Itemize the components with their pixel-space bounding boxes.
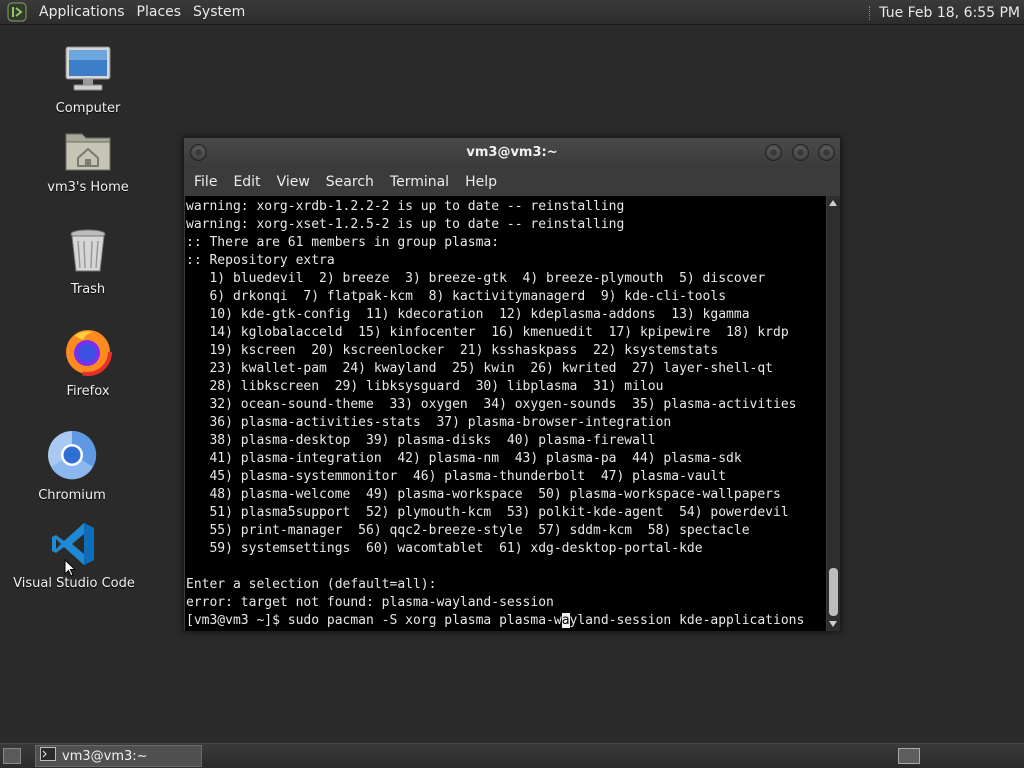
panel-separator — [869, 5, 871, 20]
terminal-line: error: target not found: plasma-wayland-… — [186, 595, 554, 610]
terminal-line: Enter a selection (default=all): — [186, 577, 437, 592]
prompt-text: yland-session kde-applications — [569, 613, 805, 628]
terminal-line: 48) plasma-welcome 49) plasma-workspace … — [186, 487, 781, 502]
terminal-line: warning: xorg-xrdb-1.2.2-2 is up to date… — [186, 199, 625, 214]
scroll-up-arrow-icon[interactable] — [829, 200, 837, 206]
terminal-line: 1) bluedevil 2) breeze 3) breeze-gtk 4) … — [186, 271, 766, 286]
minimize-button[interactable] — [765, 144, 782, 161]
maximize-button[interactable] — [792, 144, 809, 161]
desktop-icon-label: Computer — [55, 101, 121, 116]
terminal-line: 41) plasma-integration 42) plasma-nm 43)… — [186, 451, 742, 466]
top-panel: Applications Places System Tue Feb 18, 6… — [0, 0, 1024, 25]
desktop-icon-trash[interactable]: Trash — [48, 228, 128, 297]
computer-icon — [63, 45, 113, 97]
menu-edit[interactable]: Edit — [225, 168, 268, 196]
terminal-prompt-line[interactable]: [vm3@vm3 ~]$ sudo pacman -S xorg plasma … — [186, 612, 826, 630]
terminal-line: 51) plasma5support 52) plymouth-kcm 53) … — [186, 505, 789, 520]
desktop-icon-label: Chromium — [38, 488, 106, 503]
menu-file[interactable]: File — [186, 168, 225, 196]
system-menu[interactable]: System — [187, 0, 251, 25]
menu-search[interactable]: Search — [318, 168, 382, 196]
show-desktop-icon[interactable] — [3, 748, 21, 764]
scrollbar-thumb[interactable] — [829, 568, 838, 616]
terminal-line: 10) kde-gtk-config 11) kdecoration 12) k… — [186, 307, 750, 322]
terminal-line: :: Repository extra — [186, 253, 335, 268]
firefox-icon — [63, 326, 113, 380]
places-menu[interactable]: Places — [131, 0, 188, 25]
text-cursor: a — [561, 613, 570, 628]
terminal-line: 59) systemsettings 60) wacomtablet 61) x… — [186, 541, 703, 556]
desktop-icon-firefox[interactable]: Firefox — [48, 326, 128, 399]
mate-logo-icon[interactable] — [6, 1, 28, 23]
terminal-line: 36) plasma-activities-stats 37) plasma-b… — [186, 415, 672, 430]
terminal-line: 55) print-manager 56) qqc2-breeze-style … — [186, 523, 750, 538]
menu-terminal[interactable]: Terminal — [382, 168, 457, 196]
desktop-icon-label: Trash — [70, 282, 106, 297]
home-folder-icon — [64, 128, 112, 176]
trash-icon — [68, 228, 108, 278]
terminal-line: 23) kwallet-pam 24) kwayland 25) kwin 26… — [186, 361, 773, 376]
terminal-line: 38) plasma-desktop 39) plasma-disks 40) … — [186, 433, 656, 448]
desktop-icon-chromium[interactable]: Chromium — [32, 430, 112, 503]
chromium-icon — [47, 430, 97, 484]
terminal-line: 45) plasma-systemmonitor 46) plasma-thun… — [186, 469, 727, 484]
scroll-down-arrow-icon[interactable] — [829, 621, 837, 627]
desktop-icon-home[interactable]: vm3's Home — [40, 128, 136, 195]
applications-menu[interactable]: Applications — [33, 0, 131, 25]
terminal-line: :: There are 61 members in group plasma: — [186, 235, 500, 250]
terminal-output[interactable]: warning: xorg-xrdb-1.2.2-2 is up to date… — [185, 196, 826, 631]
menu-help[interactable]: Help — [457, 168, 505, 196]
terminal-scrollbar[interactable] — [827, 196, 840, 631]
workspace-switcher-icon[interactable] — [898, 748, 920, 764]
clock[interactable]: Tue Feb 18, 6:55 PM — [879, 5, 1024, 21]
terminal-menubar: File Edit View Search Terminal Help — [184, 168, 840, 196]
close-button[interactable] — [818, 144, 835, 161]
terminal-line: 14) kglobalacceld 15) kinfocenter 16) km… — [186, 325, 789, 340]
desktop-icon-computer[interactable]: Computer — [48, 45, 128, 116]
mouse-pointer-icon — [64, 558, 77, 581]
taskbar-button-label: vm3@vm3:~ — [62, 748, 148, 764]
terminal-line: 32) ocean-sound-theme 33) oxygen 34) oxy… — [186, 397, 797, 412]
taskbar-button-terminal[interactable]: vm3@vm3:~ — [35, 745, 202, 767]
desktop-icon-label: vm3's Home — [47, 180, 129, 195]
menu-view[interactable]: View — [269, 168, 318, 196]
prompt-text: [vm3@vm3 ~]$ sudo pacman -S xorg plasma … — [186, 613, 562, 628]
terminal-titlebar[interactable]: vm3@vm3:~ — [184, 138, 840, 168]
terminal-line: 6) drkonqi 7) flatpak-kcm 8) kactivityma… — [186, 289, 727, 304]
terminal-icon — [40, 747, 56, 765]
terminal-window: vm3@vm3:~ File Edit View Search Terminal… — [183, 137, 841, 632]
desktop-icon-label: Firefox — [66, 384, 110, 399]
terminal-line: 19) kscreen 20) kscreenlocker 21) ksshas… — [186, 343, 719, 358]
window-title: vm3@vm3:~ — [466, 145, 558, 160]
bottom-panel: vm3@vm3:~ — [0, 743, 1024, 768]
terminal-line: 28) libkscreen 29) libksysguard 30) libp… — [186, 379, 664, 394]
terminal-line: warning: xorg-xset-1.2.5-2 is up to date… — [186, 217, 625, 232]
